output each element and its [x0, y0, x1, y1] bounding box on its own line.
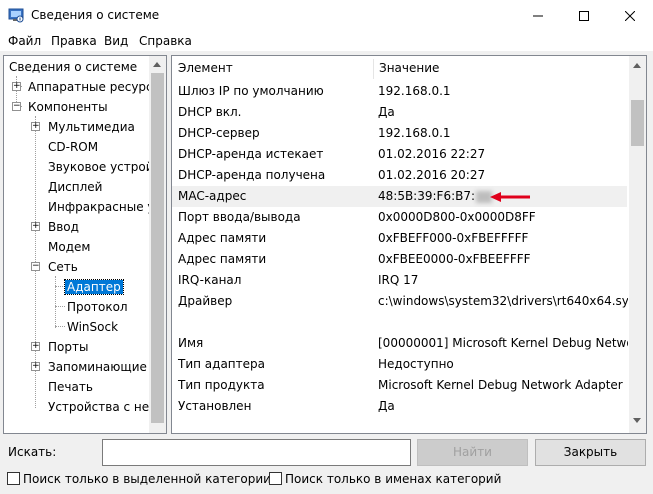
collapse-minus-icon[interactable]: −	[12, 102, 21, 111]
scroll-up-icon[interactable]	[153, 62, 161, 67]
table-row[interactable]: Имя [00000001] Microsoft Kernel Debug Ne…	[172, 333, 628, 354]
scroll-down-icon[interactable]	[633, 418, 641, 423]
table-row[interactable]: Тип продукта Microsoft Kernel Debug Netw…	[172, 375, 627, 396]
table-row[interactable]: Установлен Да	[172, 396, 627, 417]
tree-item-display[interactable]: Дисплей	[46, 177, 104, 197]
checkbox[interactable]	[7, 472, 20, 485]
table-row[interactable]: Тип адаптера Недоступно	[172, 354, 627, 375]
expand-plus-icon[interactable]: +	[12, 82, 21, 91]
maximize-button[interactable]	[561, 0, 607, 31]
search-input[interactable]	[102, 439, 411, 466]
tree-item-printing[interactable]: Печать	[46, 377, 95, 397]
tree-line	[55, 326, 65, 327]
menu-view[interactable]: Вид	[104, 34, 128, 48]
search-category-names-option[interactable]: Поиск только в именах категорий	[269, 472, 501, 486]
tree-item-input[interactable]: Ввод	[46, 217, 81, 237]
table-row[interactable]: Адрес памяти 0xFBEE0000-0xFBEEFFFF	[172, 249, 627, 270]
tree-item-adapter[interactable]: Адаптер	[64, 277, 124, 297]
column-header-value[interactable]: Значение	[373, 56, 439, 81]
scroll-thumb[interactable]	[631, 100, 644, 146]
search-selected-category-option[interactable]: Поиск только в выделенной категории	[7, 472, 271, 486]
title-bar: Сведения о системе	[0, 0, 653, 31]
find-button[interactable]: Найти	[417, 439, 528, 466]
details-list[interactable]: Элемент Значение Шлюз IP по умолчанию 19…	[171, 55, 647, 434]
tree-scrollbar[interactable]	[149, 56, 166, 433]
scroll-up-icon[interactable]	[633, 63, 641, 68]
tree-item-modem[interactable]: Модем	[46, 237, 92, 257]
tree-item-winsock[interactable]: WinSock	[65, 317, 120, 337]
menu-bar: Файл Правка Вид Справка	[0, 31, 653, 51]
tree-item-components[interactable]: Компоненты	[26, 97, 110, 117]
table-row[interactable]: Шлюз IP по умолчанию 192.168.0.1	[172, 81, 627, 102]
search-label: Искать:	[8, 445, 57, 459]
red-arrow-icon	[490, 192, 530, 202]
table-row-mac-address[interactable]: MAC-адрес 48:5B:39:F6:B7:	[172, 186, 627, 207]
table-row[interactable]: DHCP вкл. Да	[172, 102, 627, 123]
table-row[interactable]: DHCP-аренда получена 01.02.2016 20:27	[172, 165, 627, 186]
table-row-empty[interactable]	[172, 312, 627, 333]
close-button[interactable]	[607, 0, 653, 31]
expand-plus-icon[interactable]: +	[31, 342, 40, 351]
maximize-icon	[579, 10, 589, 21]
category-tree[interactable]: Сведения о системе + Аппаратные ресурсы …	[3, 55, 167, 434]
menu-edit[interactable]: Правка	[51, 34, 97, 48]
table-row[interactable]: Адрес памяти 0xFBEFF000-0xFBEFFFFF	[172, 228, 627, 249]
table-row[interactable]: Порт ввода/вывода 0x0000D800-0x0000D8FF	[172, 207, 627, 228]
minimize-button[interactable]	[515, 0, 561, 31]
close-icon	[625, 10, 635, 21]
tree-item-ports[interactable]: Порты	[46, 337, 90, 357]
table-row[interactable]: IRQ-канал IRQ 17	[172, 270, 627, 291]
table-row[interactable]: Драйвер c:\windows\system32\drivers\rt64…	[172, 291, 628, 312]
tree-line	[55, 276, 56, 328]
expand-plus-icon[interactable]: +	[31, 222, 40, 231]
table-row[interactable]: DHCP-сервер 192.168.0.1	[172, 123, 627, 144]
minimize-icon	[533, 15, 543, 16]
tree-item-hardware-resources[interactable]: Аппаратные ресурсы	[26, 77, 164, 97]
system-info-icon	[8, 8, 24, 23]
close-dialog-button[interactable]: Закрыть	[535, 439, 646, 466]
tree-item-system-summary[interactable]: Сведения о системе	[7, 57, 139, 77]
collapse-minus-icon[interactable]: −	[31, 262, 40, 271]
details-scrollbar[interactable]	[629, 56, 646, 433]
tree-item-cdrom[interactable]: CD-ROM	[46, 137, 100, 157]
expand-plus-icon[interactable]: +	[31, 122, 40, 131]
tree-item-multimedia[interactable]: Мультимедиа	[46, 117, 137, 137]
menu-file[interactable]: Файл	[8, 34, 41, 48]
table-row[interactable]: DHCP-аренда истекает 01.02.2016 22:27	[172, 144, 627, 165]
expand-plus-icon[interactable]: +	[31, 362, 40, 371]
tree-line	[55, 286, 65, 287]
mac-address-value: 48:5B:39:F6:B7:	[378, 189, 476, 203]
window-title: Сведения о системе	[31, 8, 160, 22]
menu-help[interactable]: Справка	[139, 34, 192, 48]
checkbox[interactable]	[269, 472, 282, 485]
tree-item-network[interactable]: Сеть	[46, 257, 80, 277]
scroll-thumb[interactable]	[151, 73, 164, 423]
tree-line	[55, 306, 65, 307]
column-header-item[interactable]: Элемент	[172, 56, 233, 81]
tree-item-protocol[interactable]: Протокол	[65, 297, 130, 317]
